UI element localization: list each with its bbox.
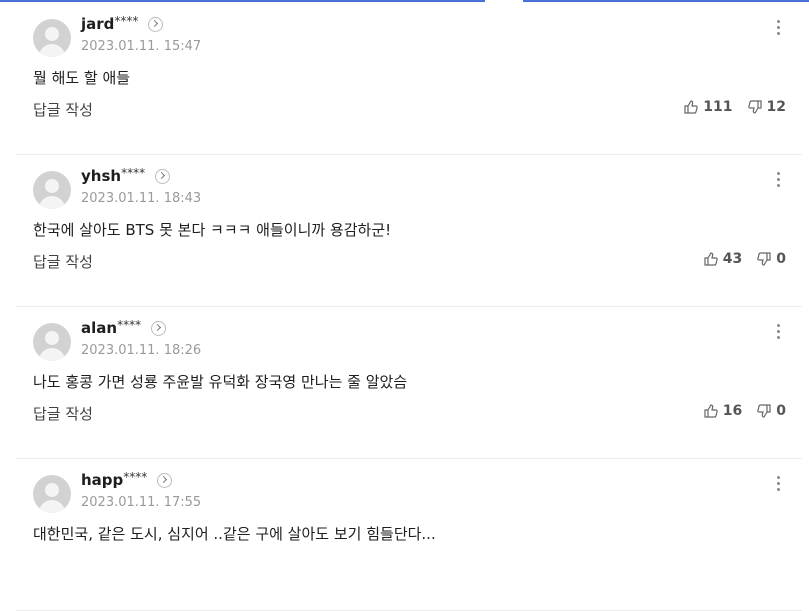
dislike-count: 12 [766,99,786,115]
vote-group: 16 0 [703,403,786,419]
comment-author[interactable]: happ **** [81,470,173,489]
avatar[interactable] [33,475,71,513]
comment-text: 한국에 살아도 BTS 못 본다 ㅋㅋㅋ 애들이니까 용감하군! [33,221,392,239]
comment-date: 2023.01.11. 15:47 [81,39,202,54]
kebab-menu-icon[interactable] [774,20,782,42]
chevron-right-icon[interactable] [151,320,167,336]
kebab-menu-icon[interactable] [774,476,782,498]
avatar[interactable] [33,323,71,361]
author-name[interactable]: alan [81,319,117,337]
author-mask: **** [121,166,146,180]
comment-item: happ **** 2023.01.11. 17:55 대한민국, 같은 도시, … [16,459,802,611]
like-button[interactable]: 111 [683,99,733,115]
like-count: 111 [703,99,733,115]
comment-list: jard **** 2023.01.11. 15:47 뭘 해도 할 애들 답글 … [16,3,802,611]
author-mask: **** [123,470,148,484]
accent-segment-left [0,0,485,2]
author-mask: **** [117,318,142,332]
avatar-body [39,196,65,209]
avatar-head [45,27,59,41]
author-name[interactable]: jard [81,15,114,33]
author-mask: **** [114,14,139,28]
accent-segment-right [523,0,809,2]
dislike-count: 0 [776,251,786,267]
avatar-body [39,44,65,57]
like-button[interactable]: 43 [703,251,742,267]
vote-group: 111 12 [683,99,786,115]
avatar-head [45,179,59,193]
avatar-head [45,331,59,345]
thumbs-up-icon [704,404,718,418]
reply-button[interactable]: 답글 작성 [33,99,93,120]
chevron-right-icon[interactable] [155,168,171,184]
kebab-menu-icon[interactable] [774,172,782,194]
comment-text: 대한민국, 같은 도시, 심지어 ..같은 구에 살아도 보기 힘들단다... [33,525,436,543]
dislike-button[interactable]: 0 [756,251,786,267]
like-button[interactable]: 16 [703,403,742,419]
avatar[interactable] [33,171,71,209]
kebab-menu-icon[interactable] [774,324,782,346]
author-name[interactable]: yhsh [81,167,121,185]
comment-author[interactable]: jard **** [81,14,164,33]
thumbs-down-icon [757,252,771,266]
reply-button[interactable]: 답글 작성 [33,251,93,272]
avatar-body [39,500,65,513]
chevron-right-icon[interactable] [148,16,164,32]
like-count: 43 [722,251,743,267]
comment-author[interactable]: alan **** [81,318,167,337]
dislike-count: 0 [776,403,786,419]
comment-item: alan **** 2023.01.11. 18:26 나도 홍콩 가면 성룡 주… [16,307,802,459]
comment-date: 2023.01.11. 18:26 [81,343,202,358]
reply-button[interactable]: 답글 작성 [33,403,93,424]
comment-date: 2023.01.11. 18:43 [81,191,202,206]
comment-date: 2023.01.11. 17:55 [81,495,202,510]
comment-item: yhsh **** 2023.01.11. 18:43 한국에 살아도 BTS 못… [16,155,802,307]
avatar-head [45,483,59,497]
author-name[interactable]: happ [81,471,123,489]
thumbs-up-icon [684,100,699,114]
thumbs-down-icon [757,404,771,418]
comment-item: jard **** 2023.01.11. 15:47 뭘 해도 할 애들 답글 … [16,3,802,155]
avatar-body [39,348,65,361]
chevron-right-icon[interactable] [157,472,173,488]
dislike-button[interactable]: 12 [747,99,786,115]
avatar[interactable] [33,19,71,57]
comment-author[interactable]: yhsh **** [81,166,171,185]
thumbs-up-icon [704,252,718,266]
vote-group: 43 0 [703,251,786,267]
thumbs-down-icon [747,100,762,114]
comment-text: 뭘 해도 할 애들 [33,69,131,87]
comment-text: 나도 홍콩 가면 성룡 주윤발 유덕화 장국영 만나는 줄 알았슴 [33,373,408,391]
like-count: 16 [722,403,743,419]
dislike-button[interactable]: 0 [756,403,786,419]
